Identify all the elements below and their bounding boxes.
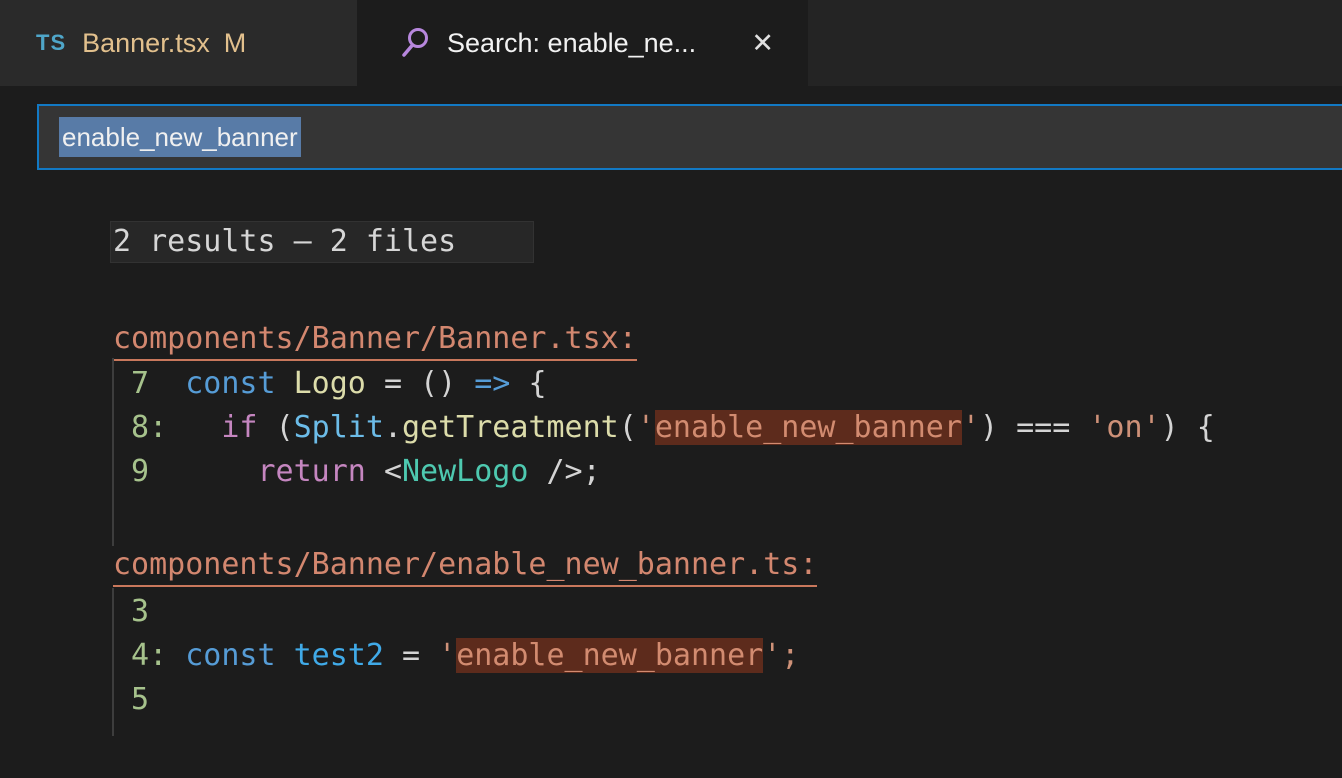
- code-token: test2: [294, 638, 402, 673]
- code-token: =>: [474, 366, 528, 401]
- code-token: ===: [1016, 410, 1088, 445]
- code-token: ': [962, 410, 980, 445]
- result-code-block: 3 4: const test2 = 'enable_new_banner'; …: [113, 590, 799, 722]
- code-token: if: [221, 410, 275, 445]
- code-token: {: [528, 366, 546, 401]
- code-token: const: [185, 366, 293, 401]
- code-line[interactable]: 8: if (Split.getTreatment('enable_new_ba…: [113, 406, 1215, 450]
- close-icon[interactable]: ✕: [751, 30, 774, 57]
- line-number: 7: [113, 366, 185, 401]
- code-token: ): [980, 410, 1016, 445]
- code-line[interactable]: 5: [113, 678, 799, 722]
- code-token: .: [384, 410, 402, 445]
- code-token: Logo: [294, 366, 384, 401]
- selected-query-text: enable_new_banner: [59, 117, 301, 157]
- code-token: ) {: [1161, 410, 1215, 445]
- search-icon: [399, 26, 431, 60]
- search-editor-window: TS Banner.tsx M Search: enable_ne... ✕ e…: [0, 0, 1342, 778]
- code-line[interactable]: 4: const test2 = 'enable_new_banner';: [113, 634, 799, 678]
- code-token: ': [637, 410, 655, 445]
- code-token: 'on': [1088, 410, 1160, 445]
- code-token: ';: [763, 638, 799, 673]
- code-token: <: [384, 454, 402, 489]
- code-token: = (): [384, 366, 474, 401]
- code-line[interactable]: 3: [113, 590, 799, 634]
- typescript-icon: TS: [36, 30, 66, 56]
- tab-banner-tsx[interactable]: TS Banner.tsx M: [0, 0, 357, 86]
- tab-bar: TS Banner.tsx M Search: enable_ne... ✕: [0, 0, 1342, 86]
- code-token: return: [258, 454, 384, 489]
- code-token: getTreatment: [402, 410, 619, 445]
- code-token: const: [185, 638, 293, 673]
- code-token: />;: [528, 454, 600, 489]
- file-path-heading[interactable]: components/Banner/enable_new_banner.ts:: [113, 548, 817, 587]
- line-number: 8:: [113, 410, 221, 445]
- tab-label: Search: enable_ne...: [447, 28, 696, 59]
- file-path-heading[interactable]: components/Banner/Banner.tsx:: [113, 322, 637, 361]
- code-token: ': [438, 638, 456, 673]
- tab-search-editor[interactable]: Search: enable_ne... ✕: [357, 0, 808, 86]
- match-highlight: enable_new_banner: [655, 410, 962, 445]
- tab-label: Banner.tsx: [82, 28, 210, 59]
- code-token: Split: [294, 410, 384, 445]
- code-token: =: [402, 638, 438, 673]
- results-summary: 2 results — 2 files: [113, 220, 456, 264]
- line-number: 3: [113, 594, 149, 629]
- code-token: (: [276, 410, 294, 445]
- match-highlight: enable_new_banner: [456, 638, 763, 673]
- line-number: 4:: [113, 638, 185, 673]
- code-line[interactable]: 9 return <NewLogo />;: [113, 450, 1215, 494]
- modified-badge: M: [224, 28, 247, 59]
- line-number: 5: [113, 682, 149, 717]
- line-number: 9: [113, 454, 258, 489]
- search-query-input[interactable]: enable_new_banner: [37, 104, 1342, 170]
- code-token: (: [619, 410, 637, 445]
- result-code-block: 7 const Logo = () => { 8: if (Split.getT…: [113, 362, 1215, 494]
- code-token: NewLogo: [402, 454, 528, 489]
- code-line[interactable]: 7 const Logo = () => {: [113, 362, 1215, 406]
